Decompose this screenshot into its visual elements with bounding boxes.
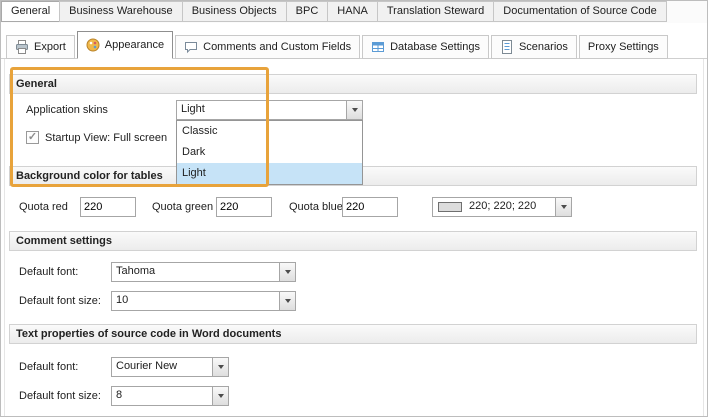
tab-documentation-of-source-code[interactable]: Documentation of Source Code [493, 1, 666, 22]
scenarios-icon [500, 40, 514, 54]
chevron-down-icon [218, 365, 224, 369]
database-icon [371, 40, 385, 54]
comment-default-font-size-value: 10 [116, 294, 277, 306]
tab-general[interactable]: General [1, 1, 60, 22]
application-skins-dropdown-button[interactable] [346, 101, 362, 119]
secondary-tab-bar: Export Appearance Comments and Custom Fi… [6, 31, 707, 59]
quota-blue-input[interactable] [342, 197, 398, 217]
dropdown-option-classic[interactable]: Classic [177, 121, 362, 142]
word-default-font-size-value: 8 [116, 389, 210, 401]
tab-database-settings-label: Database Settings [390, 41, 480, 53]
checkbox-check-icon: ✓ [28, 132, 37, 143]
background-color-value: 220; 220; 220 [469, 200, 553, 212]
tab-bpc[interactable]: BPC [286, 1, 329, 22]
appearance-icon [86, 38, 100, 52]
chevron-down-icon [561, 205, 567, 209]
tab-scenarios[interactable]: Scenarios [491, 35, 577, 59]
startup-fullscreen-label: Startup View: Full screen [45, 132, 167, 144]
word-font-dropdown-button[interactable] [212, 358, 228, 376]
primary-tab-bar: General Business Warehouse Business Obje… [1, 1, 707, 23]
dropdown-option-dark[interactable]: Dark [177, 142, 362, 163]
tab-translation-steward[interactable]: Translation Steward [377, 1, 494, 22]
tab-appearance-label: Appearance [105, 39, 164, 51]
quota-green-label: Quota green [152, 201, 213, 213]
comment-default-font-size-combobox[interactable]: 10 [111, 291, 296, 311]
tab-proxy-settings-label: Proxy Settings [588, 41, 659, 53]
quota-green-input[interactable] [216, 197, 272, 217]
tab-proxy-settings[interactable]: Proxy Settings [579, 35, 668, 59]
word-default-font-size-label: Default font size: [19, 390, 101, 402]
comment-default-font-label: Default font: [19, 266, 78, 278]
comment-default-font-size-label: Default font size: [19, 295, 101, 307]
group-header-word-text-properties: Text properties of source code in Word d… [9, 324, 697, 344]
tab-database-settings[interactable]: Database Settings [362, 35, 489, 59]
comment-font-size-dropdown-button[interactable] [279, 292, 295, 310]
background-color-dropdown-button[interactable] [555, 198, 571, 216]
application-skins-value: Light [181, 103, 344, 115]
quota-blue-label: Quota blue [289, 201, 343, 213]
word-default-font-size-combobox[interactable]: 8 [111, 386, 229, 406]
tab-hana[interactable]: HANA [327, 1, 378, 22]
tab-business-objects[interactable]: Business Objects [182, 1, 287, 22]
comment-font-dropdown-button[interactable] [279, 263, 295, 281]
chevron-down-icon [285, 299, 291, 303]
word-default-font-value: Courier New [116, 360, 210, 372]
group-header-comment-settings: Comment settings [9, 231, 697, 251]
tab-comments-and-custom-fields[interactable]: Comments and Custom Fields [175, 35, 360, 59]
chevron-down-icon [352, 108, 358, 112]
tab-export[interactable]: Export [6, 35, 75, 59]
startup-fullscreen-checkbox[interactable]: ✓ [26, 131, 39, 144]
background-color-combobox[interactable]: 220; 220; 220 [432, 197, 572, 217]
word-font-size-dropdown-button[interactable] [212, 387, 228, 405]
tab-business-warehouse[interactable]: Business Warehouse [59, 1, 183, 22]
export-icon [15, 40, 29, 54]
application-skins-label: Application skins [26, 104, 108, 116]
tab-appearance[interactable]: Appearance [77, 31, 173, 59]
chevron-down-icon [218, 394, 224, 398]
dropdown-option-light[interactable]: Light [177, 163, 362, 184]
color-swatch [438, 202, 462, 212]
tab-export-label: Export [34, 41, 66, 53]
comments-icon [184, 40, 198, 54]
word-default-font-combobox[interactable]: Courier New [111, 357, 229, 377]
tab-scenarios-label: Scenarios [519, 41, 568, 53]
word-default-font-label: Default font: [19, 361, 78, 373]
comment-default-font-value: Tahoma [116, 265, 277, 277]
application-skins-dropdown-list: Classic Dark Light [176, 120, 363, 185]
chevron-down-icon [285, 270, 291, 274]
tab-comments-label: Comments and Custom Fields [203, 41, 351, 53]
settings-window: General Business Warehouse Business Obje… [0, 0, 708, 417]
comment-default-font-combobox[interactable]: Tahoma [111, 262, 296, 282]
group-header-general: General [9, 74, 697, 94]
quota-red-label: Quota red [19, 201, 68, 213]
quota-red-input[interactable] [80, 197, 136, 217]
application-skins-combobox[interactable]: Light [176, 100, 363, 120]
